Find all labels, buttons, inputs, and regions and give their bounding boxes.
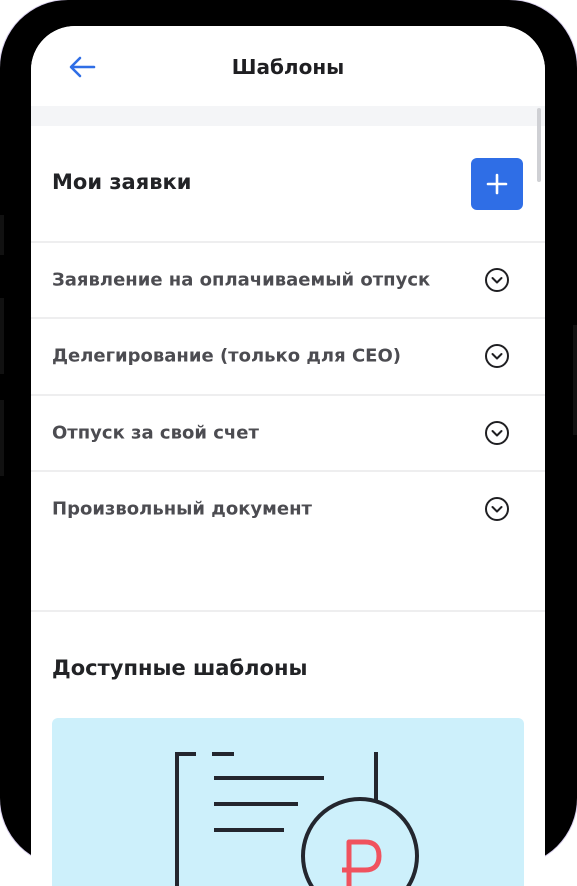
request-item-paid-leave[interactable]: Заявление на оплачиваемый отпуск	[31, 243, 545, 317]
request-item-label: Отпуск за свой счет	[52, 422, 259, 444]
power-button	[573, 325, 577, 435]
request-item-label: Делегирование (только для CEO)	[52, 345, 401, 367]
request-item-custom-document[interactable]: Произвольный документ	[31, 472, 545, 546]
request-item-label: Произвольный документ	[52, 498, 312, 520]
request-item-delegation[interactable]: Делегирование (только для CEO)	[31, 319, 545, 393]
my-requests-title: Мои заявки	[52, 170, 192, 194]
plus-icon	[486, 173, 508, 195]
request-item-unpaid-leave[interactable]: Отпуск за свой счет	[31, 396, 545, 470]
page-title: Шаблоны	[231, 55, 345, 79]
mute-switch	[0, 215, 4, 255]
request-item-label: Заявление на оплачиваемый отпуск	[52, 269, 431, 291]
chevron-down-circle-icon[interactable]	[484, 496, 510, 522]
chevron-down-circle-icon[interactable]	[484, 267, 510, 293]
add-request-button[interactable]	[471, 158, 523, 210]
available-templates-title: Доступные шаблоны	[52, 656, 308, 680]
header-separator	[31, 106, 545, 126]
volume-up-button	[0, 298, 4, 374]
chevron-down-circle-icon[interactable]	[484, 420, 510, 446]
chevron-down-circle-icon[interactable]	[484, 343, 510, 369]
template-card[interactable]	[52, 718, 524, 886]
top-bar: Шаблоны	[31, 26, 545, 106]
document-ruble-illustration	[175, 752, 419, 886]
phone-frame: Шаблоны Мои заявки Заявление на оплачива…	[0, 0, 577, 886]
volume-down-button	[0, 400, 4, 476]
scrollbar[interactable]	[537, 108, 541, 182]
app-screen: Шаблоны Мои заявки Заявление на оплачива…	[31, 26, 545, 886]
section-divider	[31, 610, 545, 612]
